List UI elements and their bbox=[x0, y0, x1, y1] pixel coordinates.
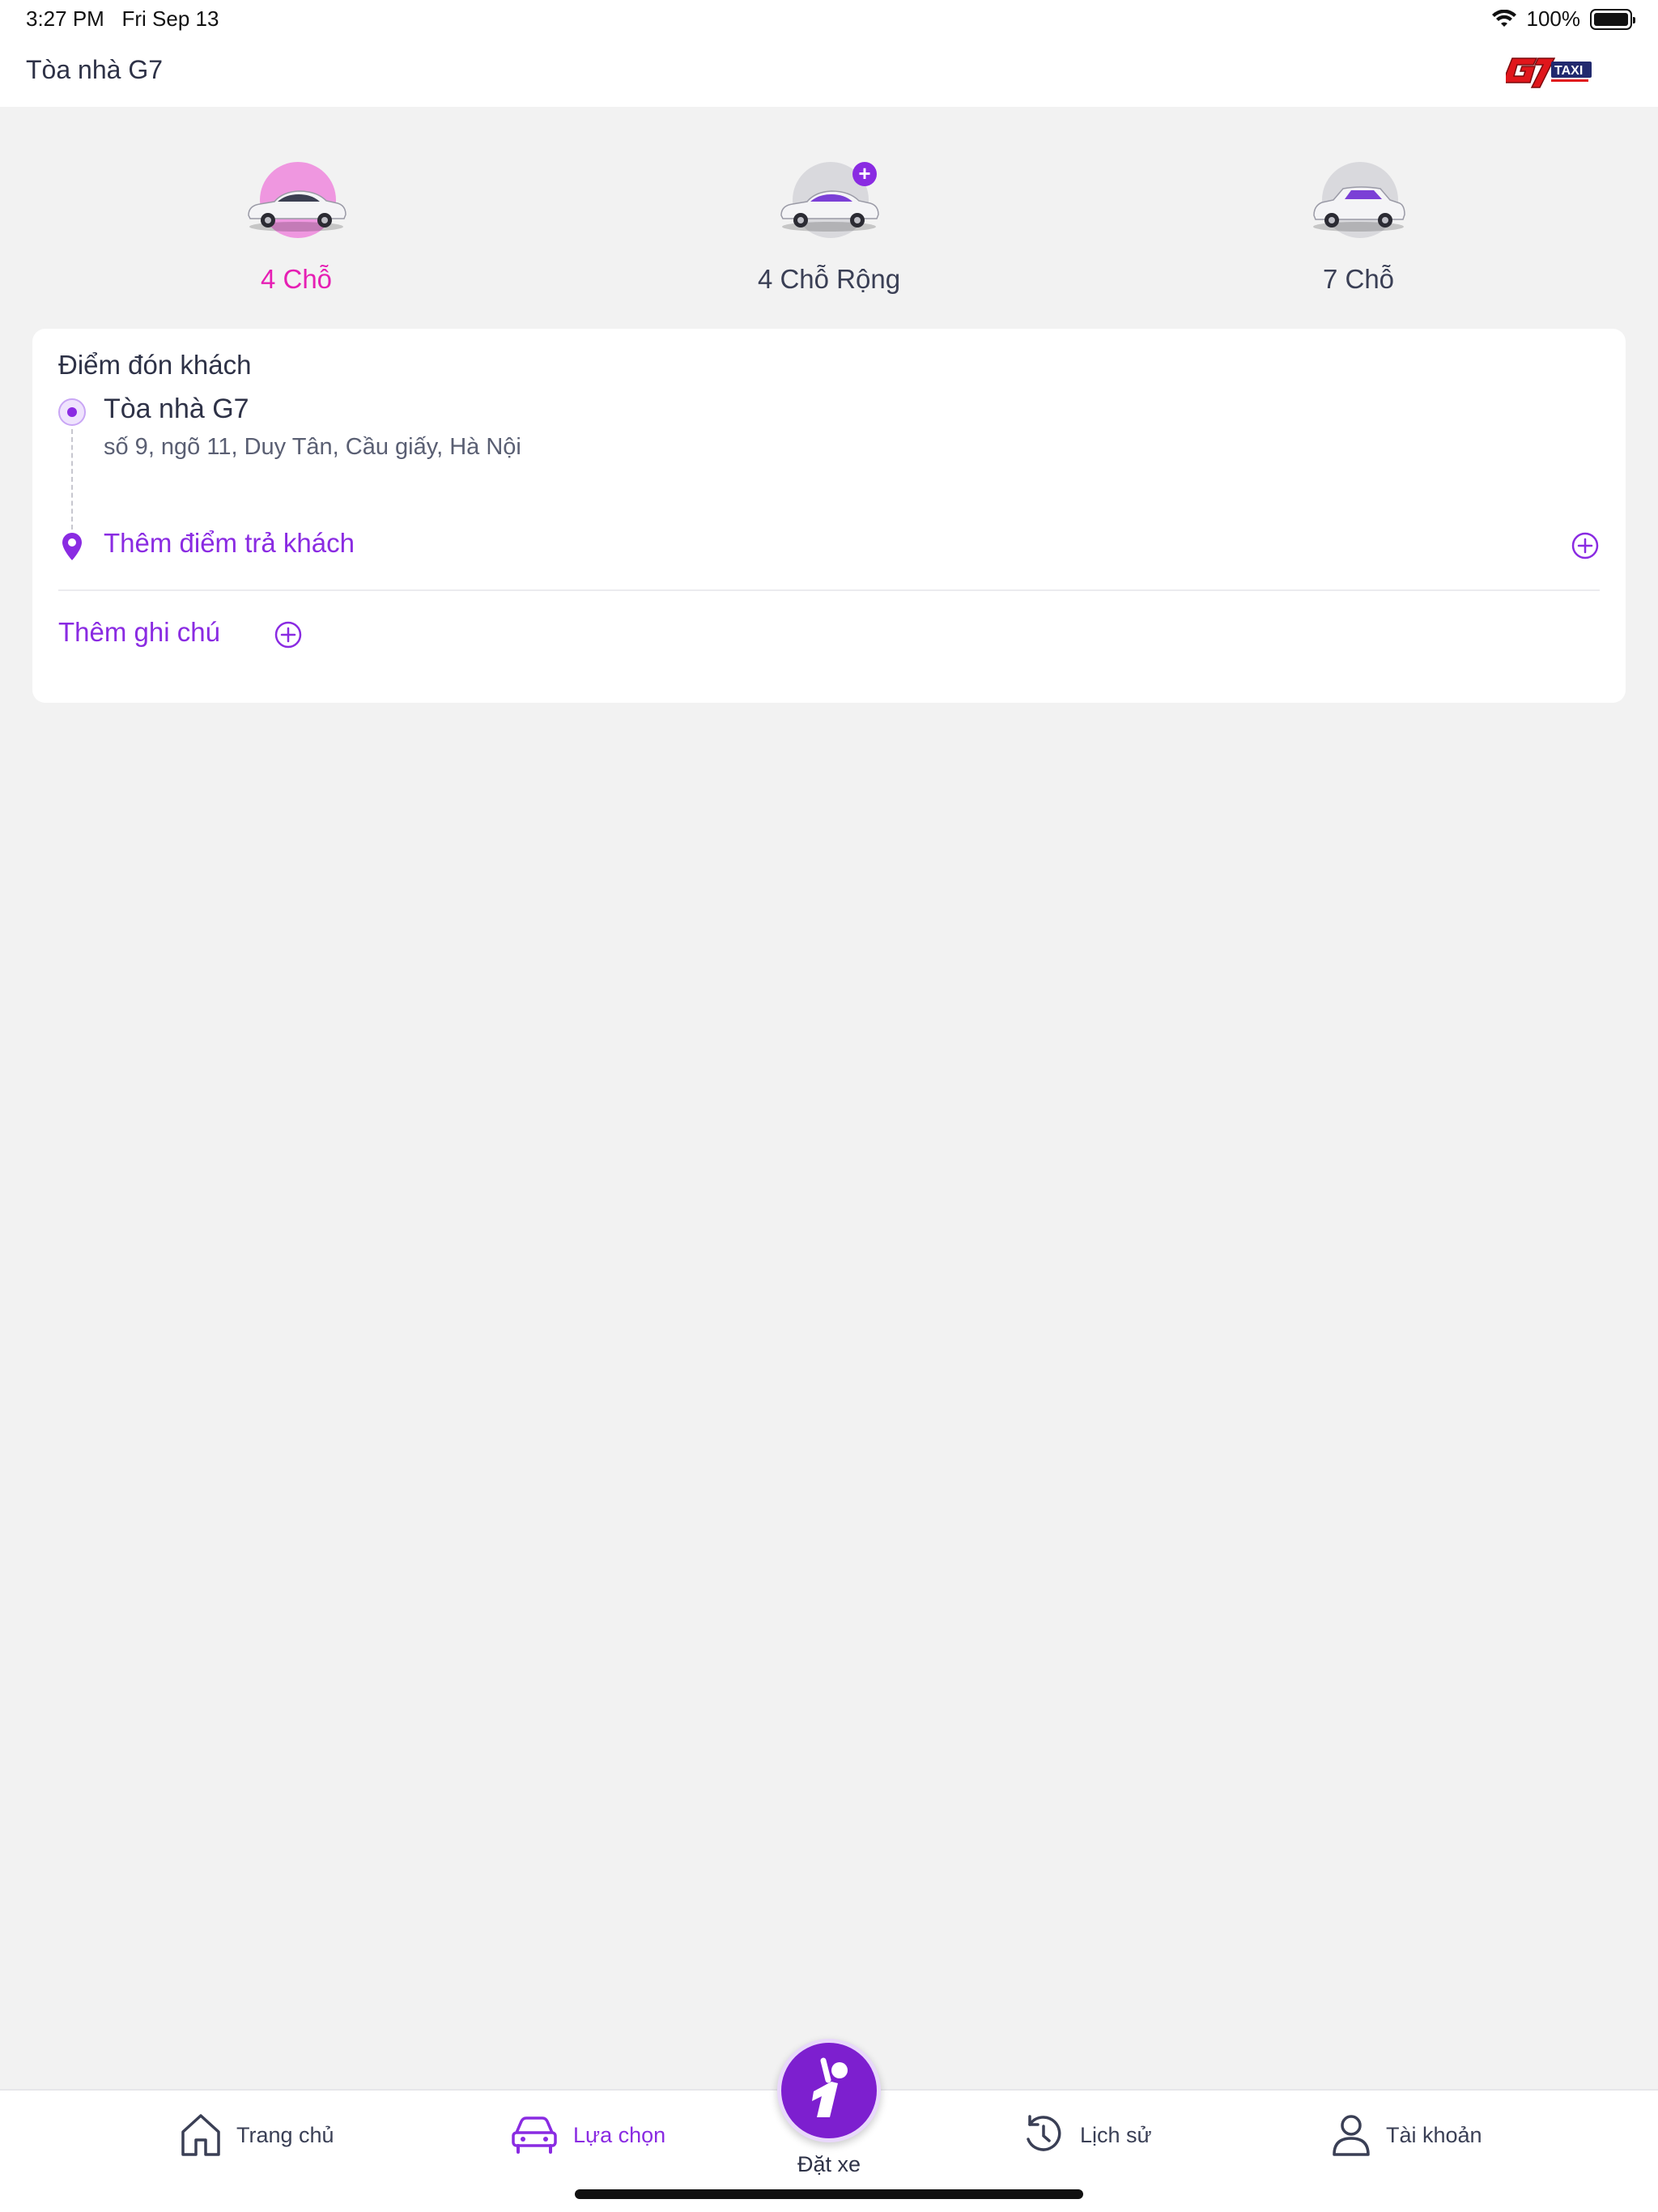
route-connector bbox=[71, 429, 73, 530]
wifi-icon bbox=[1491, 9, 1516, 27]
status-indicators: 100% bbox=[1491, 6, 1635, 32]
battery-icon bbox=[1590, 8, 1635, 30]
vehicle-label: 4 Chỗ bbox=[260, 264, 333, 294]
map-pin-icon bbox=[62, 533, 82, 560]
tab-home[interactable]: Trang chủ bbox=[180, 2091, 334, 2180]
vehicle-selector: 4 Chỗ + 4 Chỗ Rộng 7 Chỗ bbox=[0, 154, 1658, 300]
add-dropoff-button[interactable]: Thêm điểm trả khách bbox=[104, 528, 355, 559]
page-title: Tòa nhà G7 bbox=[26, 55, 163, 84]
book-ride-label: Đặt xe bbox=[797, 2152, 861, 2176]
tab-history[interactable]: Lịch sử bbox=[1022, 2091, 1152, 2180]
add-circle-icon[interactable] bbox=[1571, 531, 1600, 560]
status-time: 3:27 PM Fri Sep 13 bbox=[26, 6, 219, 32]
tab-account[interactable]: Tài khoản bbox=[1331, 2091, 1482, 2180]
g7-taxi-logo-icon: TAXI bbox=[1506, 57, 1592, 88]
date-text: Fri Sep 13 bbox=[121, 6, 219, 31]
tab-options[interactable]: Lựa chọn bbox=[510, 2091, 665, 2180]
top-bar: 3:27 PM Fri Sep 13 100% Tòa nhà G7 TAXI bbox=[0, 0, 1658, 107]
tab-label: Tài khoản bbox=[1386, 2122, 1482, 2147]
divider bbox=[58, 589, 1600, 591]
history-icon bbox=[1027, 2115, 1061, 2151]
book-ride-button[interactable] bbox=[777, 2039, 881, 2142]
vehicle-option-4-seat[interactable]: 4 Chỗ bbox=[175, 154, 418, 300]
vehicle-label: 7 Chỗ bbox=[1322, 264, 1395, 294]
pickup-location-icon bbox=[58, 398, 86, 426]
sedan-plus-car-icon: + bbox=[776, 162, 882, 251]
add-circle-icon[interactable] bbox=[274, 620, 303, 649]
sedan-car-icon bbox=[244, 162, 349, 251]
pickup-section-title: Điểm đón khách bbox=[58, 350, 252, 380]
user-icon bbox=[1333, 2115, 1370, 2156]
hail-person-icon bbox=[812, 2057, 848, 2117]
add-note-button[interactable]: Thêm ghi chú bbox=[58, 617, 220, 648]
vehicle-option-4-seat-wide[interactable]: + 4 Chỗ Rộng bbox=[708, 154, 950, 300]
trip-card: Điểm đón khách Tòa nhà G7 số 9, ngõ 11, … bbox=[32, 329, 1626, 703]
clock-text: 3:27 PM bbox=[26, 6, 104, 31]
tab-label: Lịch sử bbox=[1080, 2122, 1152, 2147]
car-icon bbox=[512, 2116, 557, 2154]
pickup-address[interactable]: số 9, ngõ 11, Duy Tân, Cầu giấy, Hà Nội bbox=[104, 434, 521, 461]
tab-label: Lựa chọn bbox=[573, 2122, 666, 2147]
home-indicator bbox=[575, 2189, 1083, 2199]
suv-car-icon bbox=[1306, 162, 1411, 251]
plus-badge-icon: + bbox=[852, 162, 877, 186]
vehicle-label: 4 Chỗ Rộng bbox=[757, 264, 901, 294]
battery-percent: 100% bbox=[1526, 6, 1581, 31]
pickup-name[interactable]: Tòa nhà G7 bbox=[104, 393, 249, 425]
home-icon bbox=[181, 2114, 220, 2156]
svg-text:TAXI: TAXI bbox=[1554, 64, 1583, 78]
vehicle-option-7-seat[interactable]: 7 Chỗ bbox=[1237, 154, 1480, 300]
tab-label: Trang chủ bbox=[236, 2122, 334, 2147]
